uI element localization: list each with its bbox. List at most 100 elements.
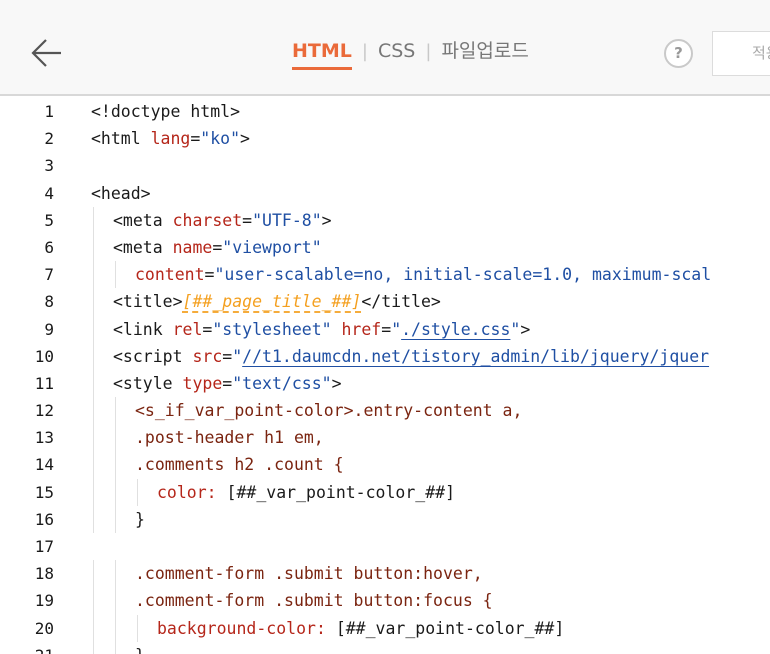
code-token: .comment-form .submit button:hover, bbox=[135, 564, 483, 584]
code-token: = bbox=[204, 265, 215, 285]
code-token: > bbox=[240, 129, 250, 149]
line-number: 10 bbox=[34, 346, 54, 366]
indent-guide bbox=[93, 478, 94, 506]
code-token: = bbox=[242, 210, 253, 230]
code-line: 15 color: [##_var_point-color_##] bbox=[0, 478, 770, 506]
indent-guide bbox=[115, 397, 116, 425]
code-line: 2 <html lang="ko"> bbox=[0, 125, 770, 152]
code-token: = bbox=[222, 346, 233, 366]
code-text: .comments h2 .count { bbox=[135, 451, 344, 478]
code-line: 16} bbox=[0, 505, 770, 533]
line-number: 20 bbox=[34, 618, 54, 638]
indent-guide bbox=[93, 587, 94, 615]
code-text: <meta name="viewport" bbox=[113, 234, 322, 261]
code-token: > bbox=[321, 210, 332, 230]
indent-guide bbox=[115, 641, 116, 654]
code-line: 7 content="user-scalable=no, initial-scal… bbox=[0, 261, 770, 289]
indent-guide bbox=[115, 261, 116, 289]
code-token: "UTF-8" bbox=[252, 210, 322, 230]
line-number: 21 bbox=[0, 642, 54, 654]
indent-guide bbox=[93, 451, 94, 479]
code-text: color: [##_var_point-color_##] bbox=[157, 479, 455, 506]
indent-guide bbox=[115, 587, 116, 615]
indent-guide bbox=[93, 233, 94, 262]
code-token: > bbox=[520, 319, 531, 339]
back-button[interactable] bbox=[28, 36, 64, 70]
code-token: = bbox=[212, 237, 223, 257]
indent-guide bbox=[115, 614, 116, 642]
code-editor[interactable]: 1 <!doctype html> 2 <html lang="ko"> 3 4 <head… bbox=[0, 98, 770, 654]
line-number: 7 bbox=[44, 265, 54, 285]
code-token: } bbox=[135, 509, 145, 529]
line-number: 12 bbox=[34, 401, 54, 421]
code-token[interactable]: ./style.css bbox=[401, 320, 510, 339]
tab-file-upload[interactable]: 파일업로드 bbox=[441, 40, 528, 70]
indent-guide bbox=[93, 560, 94, 588]
code-token: </title> bbox=[361, 292, 441, 312]
line-number: 15 bbox=[34, 482, 54, 502]
code-token[interactable]: //t1.daumcdn.net/tistory_admin/lib/jquer… bbox=[242, 347, 709, 366]
editor-tabs: HTML | CSS | 파일업로드 bbox=[292, 40, 529, 70]
line-number: 19 bbox=[34, 591, 54, 611]
line-number: 11 bbox=[34, 373, 54, 393]
line-number: 4 bbox=[44, 183, 54, 203]
code-text: .comment-form .submit button:focus { bbox=[135, 587, 493, 614]
code-token: name bbox=[172, 237, 213, 257]
code-line: 18 .comment-form .submit button:hover, bbox=[0, 560, 770, 588]
code-line: 12 <s_if_var_point-color>.entry-content a… bbox=[0, 397, 770, 425]
code-line: 19 .comment-form .submit button:focus { bbox=[0, 587, 770, 615]
code-token: charset bbox=[172, 210, 243, 230]
indent-guide bbox=[115, 478, 116, 506]
code-line: 21} bbox=[0, 641, 770, 654]
code-text: <script src="//t1.daumcdn.net/tistory_ad… bbox=[113, 343, 709, 370]
code-token: "ko" bbox=[200, 129, 241, 149]
code-token: <meta bbox=[113, 210, 173, 230]
indent-guide bbox=[93, 424, 94, 452]
code-line: 13 .post-header h1 em, bbox=[0, 424, 770, 452]
indent-guide bbox=[93, 614, 94, 642]
editor-header: HTML | CSS | 파일업로드 ? 적용 bbox=[0, 0, 770, 96]
code-line: 20 background-color: [##_var_point-color_… bbox=[0, 614, 770, 642]
code-token: "text/css" bbox=[232, 373, 332, 393]
line-number: 8 bbox=[44, 292, 54, 312]
code-line: 17 bbox=[0, 533, 770, 560]
line-number: 3 bbox=[44, 156, 54, 176]
code-token: color: bbox=[157, 482, 227, 502]
code-token: <meta bbox=[113, 237, 173, 257]
code-line: 6 <meta name="viewport" bbox=[0, 233, 770, 262]
code-token: background-color: bbox=[157, 618, 336, 638]
indent-guide bbox=[115, 424, 116, 452]
code-line: 10 <script src="//t1.daumcdn.net/tistory_… bbox=[0, 342, 770, 370]
code-text: <meta charset="UTF-8"> bbox=[113, 207, 332, 234]
apply-button[interactable]: 적용 bbox=[712, 31, 770, 76]
code-token: } bbox=[135, 646, 145, 654]
code-token: "viewport" bbox=[222, 237, 322, 257]
indent-guide bbox=[93, 288, 94, 316]
code-text: <html lang="ko"> bbox=[91, 125, 250, 152]
line-number: 9 bbox=[44, 319, 54, 339]
code-token: .post-header h1 em, bbox=[135, 428, 324, 448]
code-token: > bbox=[331, 373, 342, 393]
help-icon[interactable]: ? bbox=[664, 39, 693, 68]
indent-guide bbox=[93, 369, 94, 398]
code-token: <head> bbox=[91, 183, 151, 203]
line-number: 6 bbox=[44, 237, 54, 257]
code-token: <html bbox=[91, 129, 151, 149]
line-number: 5 bbox=[44, 210, 54, 230]
code-token: src bbox=[192, 346, 223, 366]
indent-guide bbox=[93, 261, 94, 289]
back-arrow-icon bbox=[31, 39, 61, 67]
indent-guide bbox=[115, 505, 116, 533]
code-line: 4 <head> bbox=[0, 180, 770, 207]
code-text: <style type="text/css"> bbox=[113, 370, 342, 397]
tab-css[interactable]: CSS bbox=[378, 40, 415, 70]
code-token: [##_var_point-color_##] bbox=[335, 618, 565, 638]
indent-guide bbox=[93, 397, 94, 425]
code-token: type bbox=[182, 373, 223, 393]
code-text: content="user-scalable=no, initial-scale… bbox=[135, 261, 711, 288]
line-number: 16 bbox=[34, 509, 54, 529]
line-number: 1 bbox=[44, 102, 54, 121]
tab-html[interactable]: HTML bbox=[292, 40, 352, 70]
code-token: " bbox=[232, 346, 243, 366]
code-token: rel bbox=[172, 319, 203, 339]
